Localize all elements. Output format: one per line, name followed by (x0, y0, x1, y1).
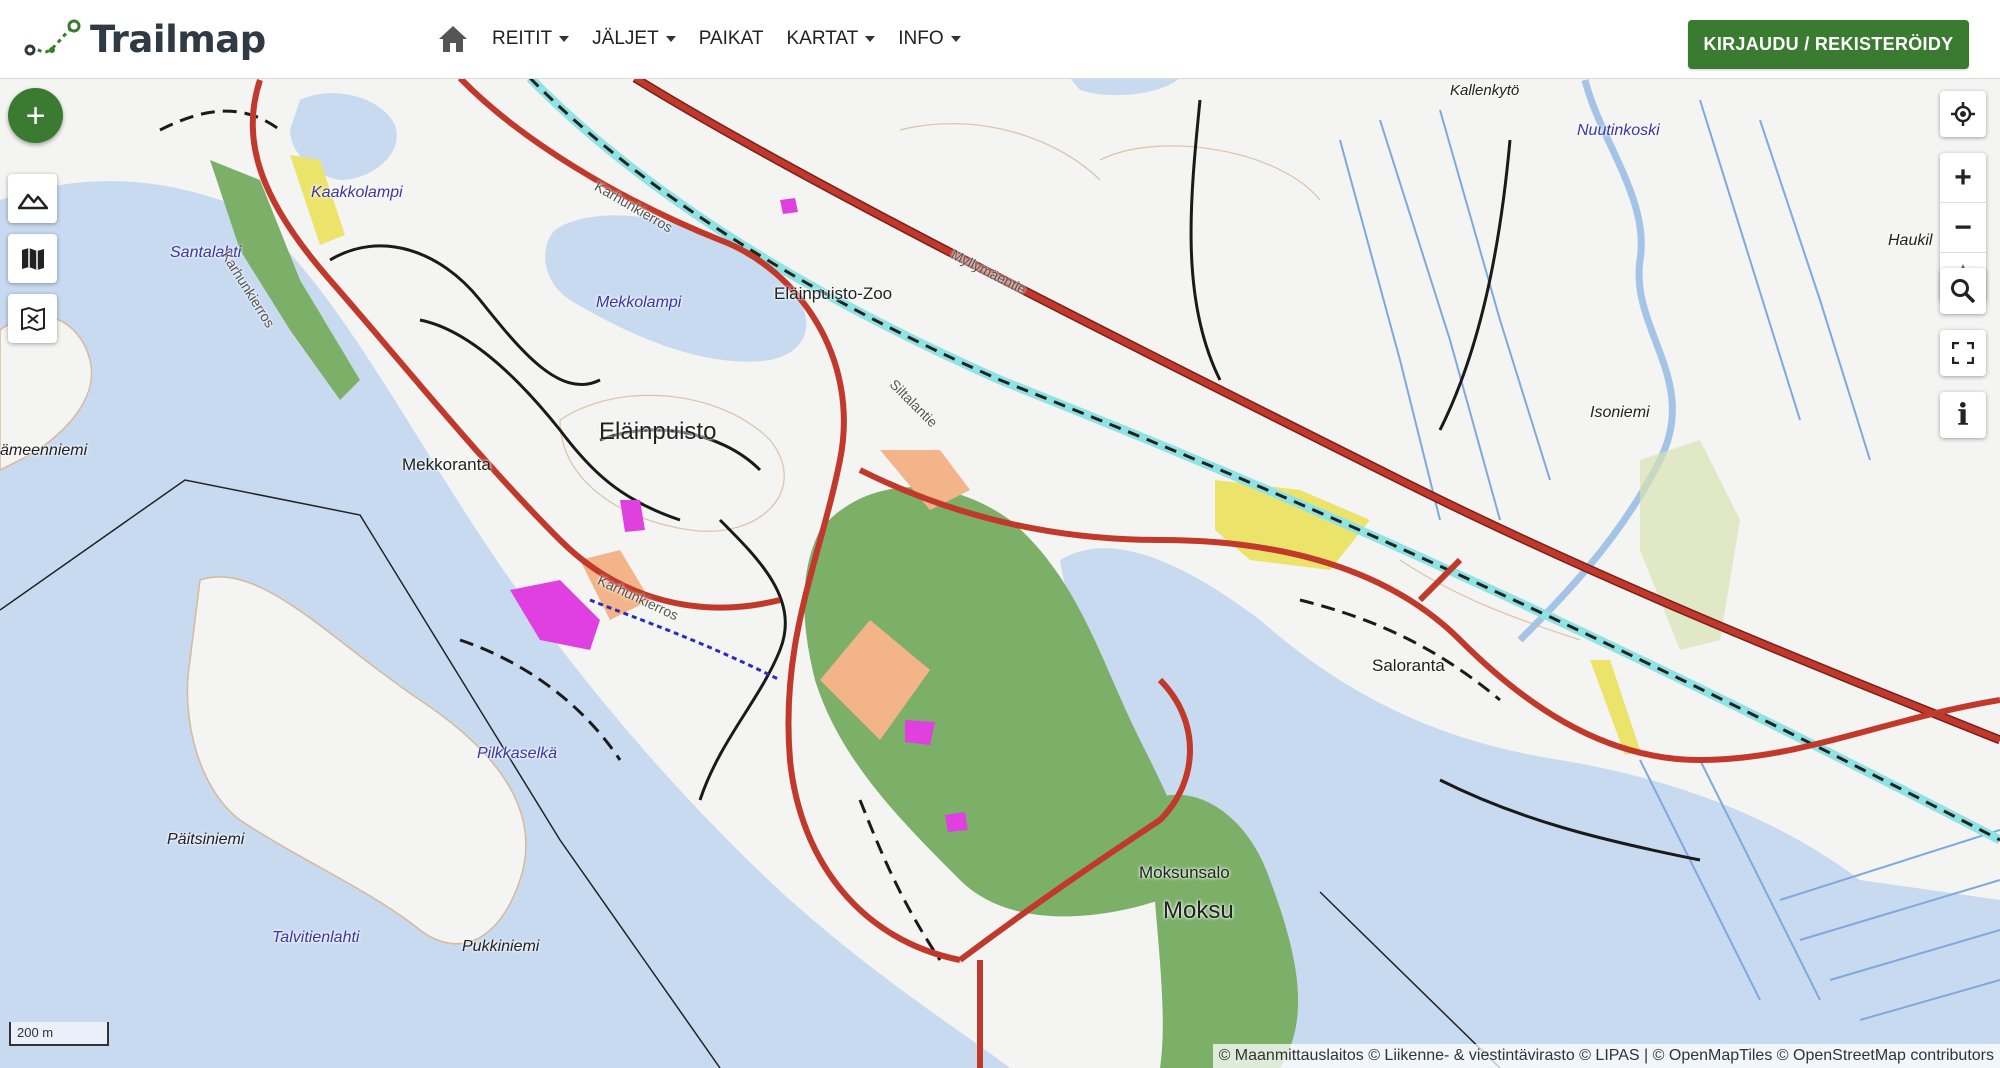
nav-reitit[interactable]: REITIT (492, 28, 570, 50)
label-talvitienlahti: Talvitienlahti (272, 929, 360, 946)
fullscreen-icon (1952, 342, 1974, 364)
logo-text: Trailmap (90, 17, 266, 61)
scale-bar: 200 m (9, 1022, 109, 1046)
label-kallenkyto: Kallenkytö (1450, 82, 1520, 99)
terrain-icon (17, 193, 48, 209)
label-elainpuisto: Eläinpuisto (599, 418, 717, 445)
chevron-down-icon (559, 36, 570, 42)
fullscreen-button[interactable] (1940, 330, 1986, 376)
main-nav: REITIT JÄLJET PAIKAT KARTAT INFO (434, 0, 984, 78)
label-nuutinkoski: Nuutinkoski (1577, 122, 1660, 139)
locate-button[interactable] (1940, 91, 1986, 137)
label-pilkkaselka: Pilkkaselkä (477, 745, 558, 762)
search-icon (1951, 279, 1976, 304)
label-haukila: Haukil (1888, 232, 1933, 249)
label-pukkiniemi: Pukkiniemi (462, 938, 540, 955)
map-icon (21, 247, 44, 270)
chevron-down-icon (665, 36, 676, 42)
map-attribution[interactable]: © Maanmittauslaitos © Liikenne- & viesti… (1212, 1044, 2000, 1068)
info-icon: i (1957, 397, 1969, 433)
label-elainpuisto-zoo: Eläinpuisto-Zoo (774, 284, 893, 303)
map-layer-button[interactable] (8, 234, 57, 283)
home-button[interactable] (434, 20, 472, 58)
zoom-out-button[interactable]: − (1940, 203, 1986, 253)
chevron-down-icon (865, 36, 876, 42)
label-paitsiniemi: Päitsiniemi (167, 831, 245, 848)
zoom-in-button[interactable]: + (1940, 153, 1986, 203)
label-saloranta: Saloranta (1372, 656, 1445, 675)
label-kaakkolampi: Kaakkolampi (311, 184, 403, 201)
label-mekkolampi: Mekkolampi (596, 294, 682, 311)
chevron-down-icon (950, 36, 961, 42)
info-button[interactable]: i (1940, 392, 1986, 438)
home-icon (439, 26, 467, 52)
label-isoniemi: Isoniemi (1590, 404, 1650, 421)
trail-logo-icon (24, 19, 81, 56)
nav-jaljet[interactable]: JÄLJET (592, 28, 676, 50)
map-off-layer-button[interactable] (8, 294, 57, 343)
nav-kartat[interactable]: KARTAT (786, 28, 876, 50)
nav-paikat[interactable]: PAIKAT (699, 28, 764, 50)
label-moksunsalo: Moksunsalo (1139, 863, 1230, 882)
add-button[interactable]: + (8, 88, 63, 143)
label-mekkoranta: Mekkoranta (402, 455, 491, 474)
label-hameenniemi: ämeenniemi (0, 442, 88, 459)
trailmap-logo[interactable]: Trailmap (24, 16, 266, 62)
map-off-icon (20, 306, 45, 331)
map-base-layer (0, 78, 2000, 1068)
login-register-button[interactable]: KIRJAUDU / REKISTERÖIDY (1688, 20, 1969, 69)
search-button[interactable] (1940, 268, 1986, 314)
label-moksu: Moksu (1163, 897, 1234, 924)
terrain-layer-button[interactable] (8, 174, 57, 223)
top-header: Trailmap REITIT JÄLJET PAIKAT KARTAT INF… (0, 0, 2000, 79)
locate-icon (1951, 102, 1975, 126)
nav-info[interactable]: INFO (898, 28, 961, 50)
map-canvas[interactable]: Kaakkolampi Santalahti ämeenniemi Mekkor… (0, 78, 2000, 1068)
